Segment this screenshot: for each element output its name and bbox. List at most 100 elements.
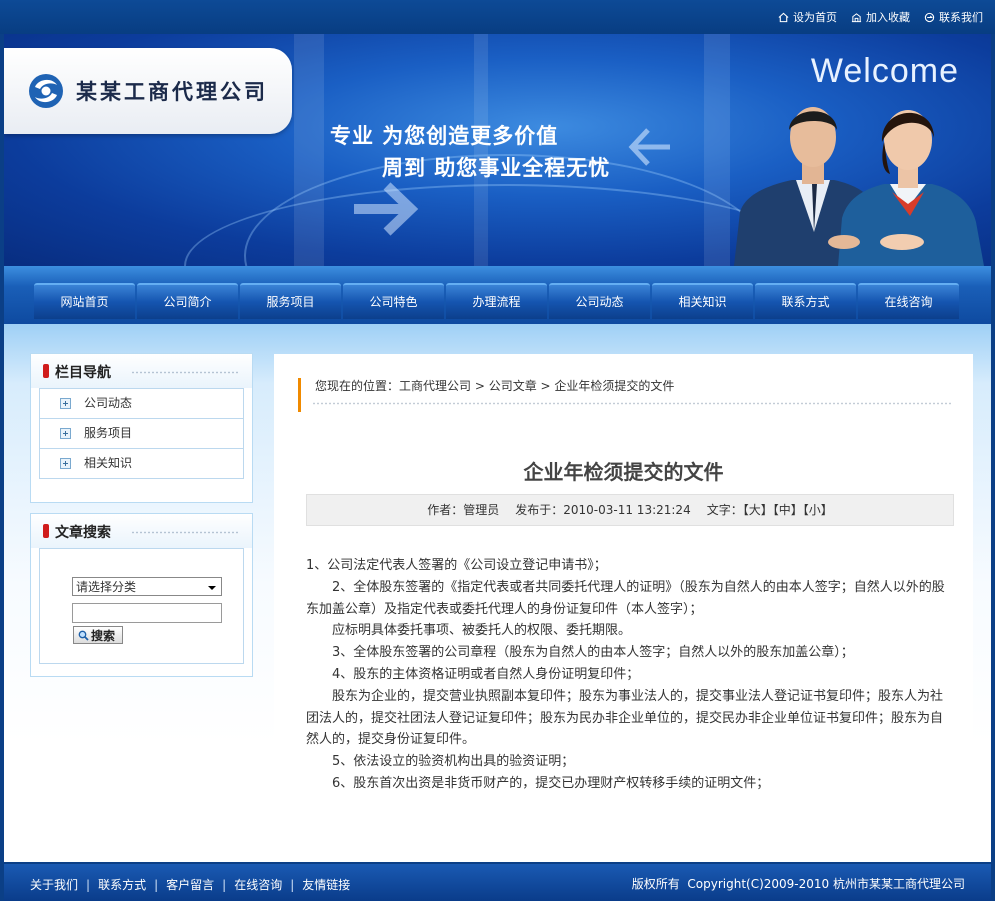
font-size-large-link[interactable]: 【大】: [743, 503, 773, 517]
article-paragraph: 1、公司法定代表人签署的《公司设立登记申请书》；: [306, 558, 607, 573]
main-nav: 网站首页 公司简介 服务项目 公司特色 办理流程 公司动态 相关知识 联系方式 …: [34, 283, 961, 319]
favorite-icon: [851, 12, 862, 22]
slogan-line-1: 专业 为您创造更多价值: [330, 124, 559, 148]
article-date: 发布于：2010-03-11 13:21:24: [515, 503, 691, 517]
article-meta: 作者：管理员 发布于：2010-03-11 13:21:24 文字：【大】【中】【小…: [306, 494, 954, 526]
category-list: 公司动态 服务项目 相关知识: [39, 388, 244, 479]
home-icon: [778, 12, 789, 22]
dotted-divider: [312, 402, 951, 405]
contact-us-link[interactable]: 联系我们: [924, 9, 983, 25]
category-select-value: 请选择分类: [76, 580, 137, 594]
article-title: 企业年检须提交的文件: [523, 460, 724, 484]
article-body: 1、公司法定代表人签署的《公司设立登记申请书》； 2、全体股东签署的《指定代表或…: [306, 555, 954, 795]
set-homepage-link[interactable]: 设为首页: [778, 9, 837, 25]
font-size-medium-link[interactable]: 【中】: [773, 503, 803, 517]
footer-consult-link[interactable]: 在线咨询: [234, 878, 282, 892]
slogan-line-2: 周到 助您事业全程无忧: [382, 156, 611, 180]
nav-home[interactable]: 网站首页: [34, 283, 135, 319]
article-paragraph: 5、依法设立的验资机构出具的验资证明；: [332, 754, 575, 770]
breadcrumb-current: 企业年检须提交的文件: [554, 379, 675, 393]
article-search-title: 文章搜索: [55, 525, 111, 541]
copyright: 版权所有 Copyright(C)2009-2010 杭州市某某工商代理公司: [631, 877, 965, 891]
set-homepage-label: 设为首页: [793, 11, 837, 24]
header-marker-icon: [43, 524, 49, 538]
category-nav-title: 栏目导航: [55, 365, 111, 381]
contact-us-label: 联系我们: [939, 11, 983, 24]
footer-separator: |: [154, 878, 159, 892]
footer-message-link[interactable]: 客户留言: [166, 878, 214, 892]
footer-separator: |: [222, 878, 227, 892]
contact-icon: [924, 12, 935, 22]
footer: 关于我们 | 联系方式 | 客户留言 | 在线咨询 | 友情链接 版权所有 Copyright(…: [4, 864, 991, 901]
breadcrumb-home[interactable]: 工商代理公司: [399, 379, 471, 393]
category-nav-header: 栏目导航: [31, 354, 252, 388]
category-item-news[interactable]: 公司动态: [40, 389, 243, 419]
footer-separator: |: [290, 878, 295, 892]
font-size-label: 文字：: [706, 503, 743, 517]
right-arrow-icon: [354, 182, 419, 236]
footer-about-link[interactable]: 关于我们: [30, 878, 78, 892]
article-paragraph: 3、全体股东签署的公司章程（股东为自然人的由本人签字；自然人以外的股东加盖公章）…: [332, 645, 854, 661]
article-paragraph: 6、股东首次出资是非货币财产的，提交已办理财产权转移手续的证明文件；: [332, 775, 770, 791]
nav-features[interactable]: 公司特色: [343, 283, 444, 319]
business-people-image: [734, 107, 984, 266]
header-marker-icon: [43, 364, 49, 378]
breadcrumb-sep: >: [471, 379, 489, 393]
article-paragraph: 应标明具体委托事项、被委托人的权限、委托期限。: [332, 623, 632, 639]
search-button-label: 搜索: [91, 629, 116, 643]
nav-process[interactable]: 办理流程: [446, 283, 547, 319]
category-nav-box: 栏目导航 公司动态 服务项目 相关知识: [30, 353, 253, 503]
category-label: 公司动态: [84, 396, 133, 410]
article-paragraph: 股东为企业的，提交营业执照副本复印件；股东为事业法人的，提交事业法人登记证书复印…: [306, 688, 944, 748]
company-logo-icon: [29, 74, 63, 108]
nav-contact[interactable]: 联系方式: [755, 283, 856, 319]
company-name: 某某工商代理公司: [76, 79, 268, 104]
category-label: 服务项目: [84, 426, 133, 440]
top-links: 设为首页 加入收藏 联系我们: [778, 9, 983, 25]
banner: 某某工商代理公司 Welcome 专业 为您创造更多价值 周到 助您事业全程无忧: [4, 34, 991, 266]
category-select[interactable]: 请选择分类: [72, 577, 222, 596]
content-area: 栏目导航 公司动态 服务项目 相关知识 文章搜索 请选择分类 搜索 您现在的位置…: [4, 324, 991, 862]
top-bar: 设为首页 加入收藏 联系我们: [0, 0, 995, 34]
breadcrumb-prefix: 您现在的位置：: [315, 379, 400, 393]
footer-separator: |: [86, 878, 91, 892]
main-nav-bar: 网站首页 公司简介 服务项目 公司特色 办理流程 公司动态 相关知识 联系方式 …: [4, 266, 991, 324]
add-favorite-link[interactable]: 加入收藏: [851, 9, 910, 25]
add-favorite-label: 加入收藏: [866, 11, 910, 24]
search-form: 请选择分类 搜索: [39, 548, 244, 664]
article-panel: 您现在的位置：工商代理公司 > 公司文章 > 企业年检须提交的文件 企业年检须提…: [274, 354, 973, 862]
search-keyword-input[interactable]: [72, 603, 222, 623]
breadcrumb-sep: >: [536, 379, 555, 393]
breadcrumb-section[interactable]: 公司文章: [489, 379, 537, 393]
logo[interactable]: 某某工商代理公司: [4, 48, 292, 134]
search-button[interactable]: 搜索: [73, 626, 123, 644]
dotted-divider: [131, 531, 240, 534]
plus-icon: [60, 398, 71, 409]
category-item-services[interactable]: 服务项目: [40, 419, 243, 449]
article-search-box: 文章搜索 请选择分类 搜索: [30, 513, 253, 677]
search-icon: [78, 630, 89, 641]
welcome-text: Welcome: [810, 52, 959, 90]
nav-knowledge[interactable]: 相关知识: [652, 283, 753, 319]
font-size-small-link[interactable]: 【小】: [803, 503, 833, 517]
left-arrow-icon: [628, 128, 670, 166]
nav-news[interactable]: 公司动态: [549, 283, 650, 319]
category-label: 相关知识: [84, 456, 133, 470]
category-item-knowledge[interactable]: 相关知识: [40, 449, 243, 478]
footer-links: 关于我们 | 联系方式 | 客户留言 | 在线咨询 | 友情链接: [30, 876, 350, 893]
banner-arc: [184, 184, 828, 266]
article-search-header: 文章搜索: [31, 514, 252, 548]
breadcrumb: 您现在的位置：工商代理公司 > 公司文章 > 企业年检须提交的文件: [298, 378, 674, 412]
footer-contact-link[interactable]: 联系方式: [98, 878, 146, 892]
nav-services[interactable]: 服务项目: [240, 283, 341, 319]
plus-icon: [60, 458, 71, 469]
nav-about[interactable]: 公司简介: [137, 283, 238, 319]
dotted-divider: [131, 371, 240, 374]
chevron-down-icon: [208, 586, 216, 590]
article-paragraph: 2、全体股东签署的《指定代表或者共同委托代理人的证明》（股东为自然人的由本人签字…: [306, 579, 945, 617]
article-paragraph: 4、股东的主体资格证明或者自然人身份证明复印件；: [332, 666, 640, 682]
nav-consult[interactable]: 在线咨询: [858, 283, 959, 319]
footer-friendlinks-link[interactable]: 友情链接: [302, 878, 350, 892]
article-author: 作者：管理员: [427, 503, 500, 517]
plus-icon: [60, 428, 71, 439]
